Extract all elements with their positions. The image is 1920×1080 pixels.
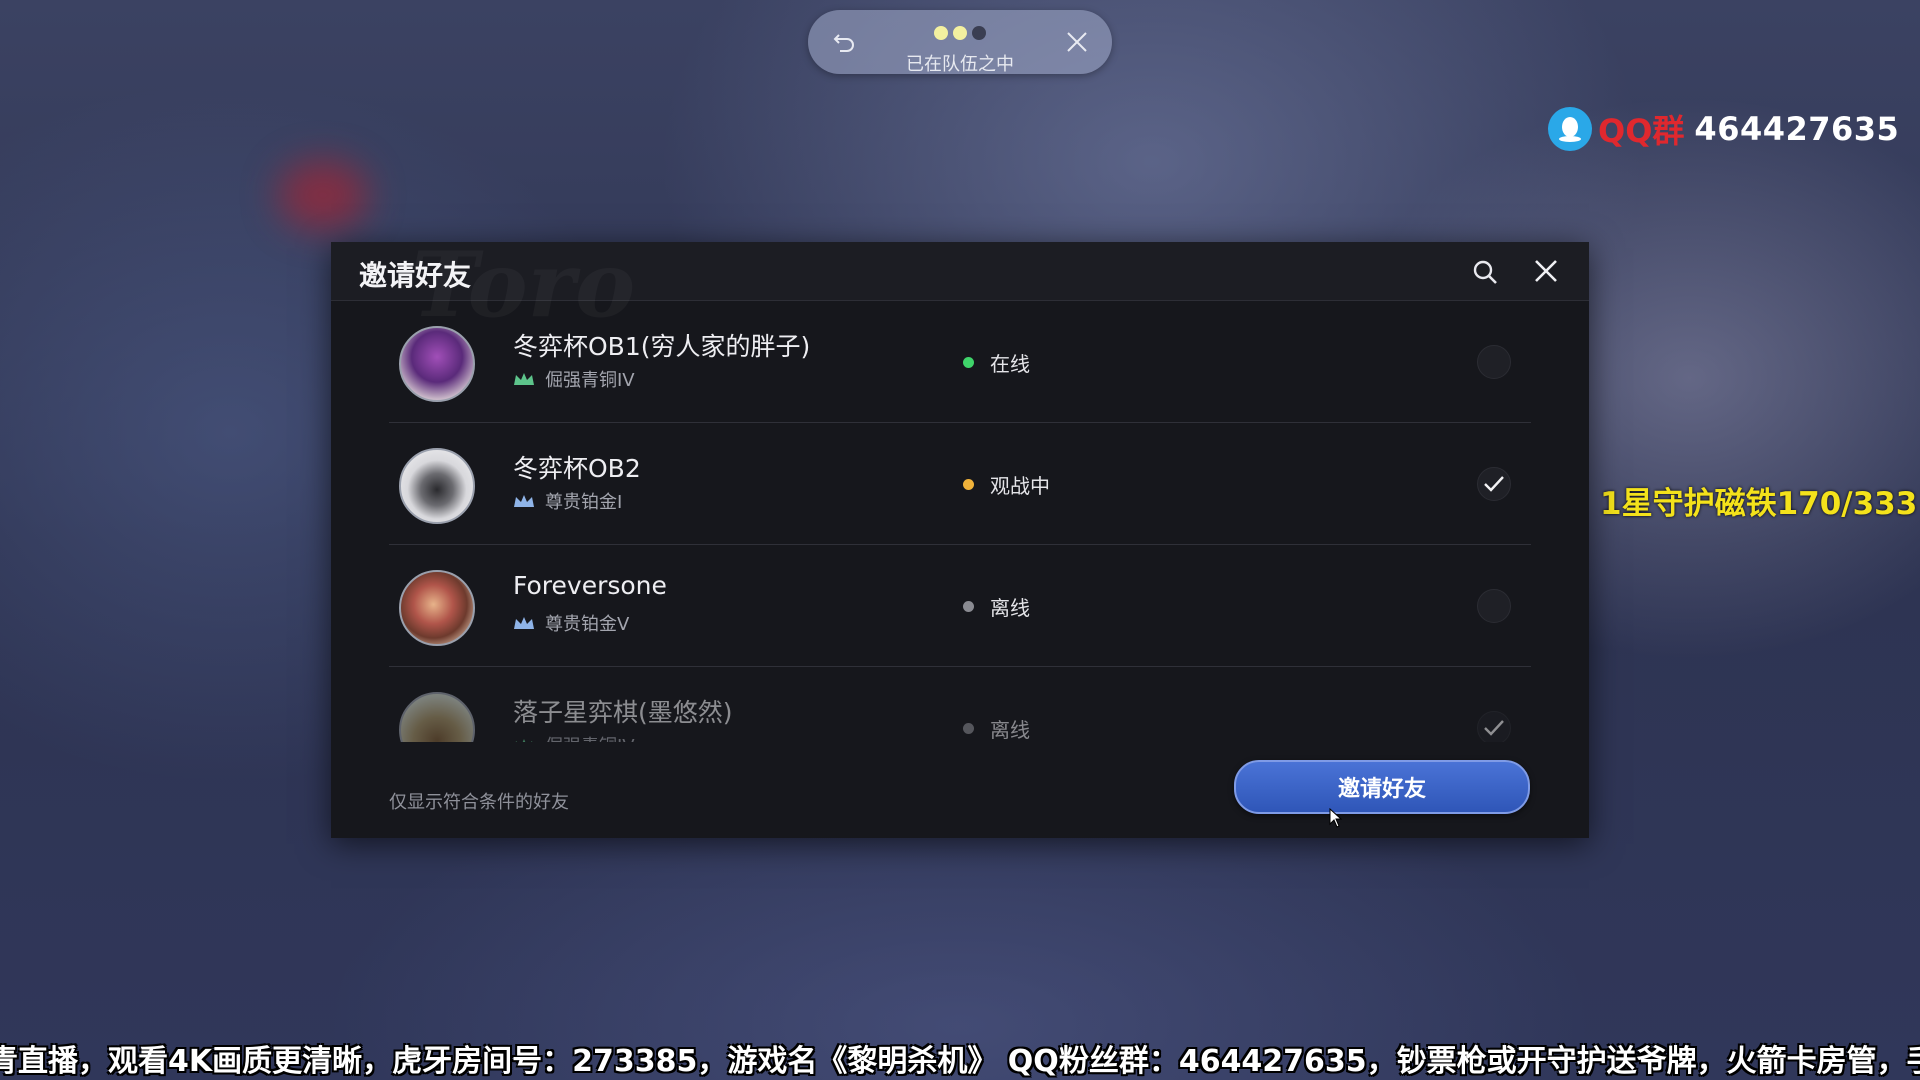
background-blur [278,160,368,230]
friend-status-label: 观战中 [990,474,1050,498]
status-dot [963,723,974,734]
status-dot [963,601,974,612]
friend-rank: 尊贵铂金I [513,488,622,514]
friend-rank: 尊贵铂金V [513,610,629,636]
friend-row[interactable]: Foreversone 尊贵铂金V 离线 [389,546,1531,667]
rank-crown-icon [514,617,534,629]
select-checkbox[interactable] [1477,345,1511,379]
friend-status: 离线 [963,592,1030,621]
checkmark-icon [1484,476,1504,492]
friend-name: 冬弈杯OB2 [513,454,641,483]
rank-crown-icon [514,373,534,385]
invite-friends-dialog: Toro 邀请好友 冬弈杯OB1(穷人家的胖子) 倔强青铜IV 在线 [331,232,1589,838]
friend-rank-label: 尊贵铂金I [545,492,623,513]
avatar [399,448,475,524]
filter-note: 仅显示符合条件的好友 [389,792,569,813]
friend-rank-label: 倔强青铜IV [545,732,635,742]
friend-row[interactable]: 冬弈杯OB1(穷人家的胖子) 倔强青铜IV 在线 [389,302,1531,423]
avatar [399,570,475,646]
mouse-cursor-icon [1329,808,1343,828]
friend-status-label: 离线 [990,718,1030,742]
search-icon[interactable] [1471,258,1499,286]
friend-rank: 倔强青铜IV [513,366,635,392]
dialog-header: Toro 邀请好友 [331,232,1589,338]
friend-name: Foreversone [513,571,667,600]
checkmark-icon [1484,720,1504,736]
friend-name: 冬弈杯OB1(穷人家的胖子) [513,332,811,361]
avatar [399,692,475,742]
friend-name: 落子星弈棋(墨悠然) [513,698,733,727]
select-checkbox[interactable] [1477,467,1511,501]
team-slot-filled [934,26,948,40]
qq-group-overlay: QQ群 464427635 [1548,106,1899,152]
friend-status-label: 在线 [990,352,1030,376]
leave-team-icon[interactable] [1064,29,1090,55]
team-slot-empty [972,26,986,40]
ticker-text: 青直播，观看4K画质更清晰，虎牙房间号：273385，游戏名《黎明杀机》 QQ粉… [0,1044,1920,1079]
status-dot [963,479,974,490]
friend-list[interactable]: 冬弈杯OB1(穷人家的胖子) 倔强青铜IV 在线 冬弈杯OB2 尊贵铂金I 观战… [389,302,1531,742]
friend-status: 观战中 [963,470,1050,499]
friend-status-label: 离线 [990,596,1030,620]
team-slots [934,26,986,40]
status-dot [963,357,974,368]
avatar [399,326,475,402]
qq-group-number: 464427635 [1694,110,1900,148]
team-status-bar: 已在队伍之中 [808,10,1112,75]
friend-rank: 倔强青铜IV [513,732,635,742]
invite-friends-button[interactable]: 邀请好友 [1234,760,1530,814]
friend-status: 在线 [963,348,1030,377]
team-slot-filled [953,26,967,40]
friend-rank-label: 倔强青铜IV [545,370,635,391]
rank-crown-icon [514,495,534,507]
close-icon[interactable] [1531,256,1561,286]
dialog-title: 邀请好友 [359,259,472,292]
select-checkbox[interactable] [1477,589,1511,623]
qq-penguin-icon [1548,107,1592,151]
friend-status: 离线 [963,714,1030,742]
friend-row[interactable]: 落子星弈棋(墨悠然) 倔强青铜IV 离线 [389,668,1531,742]
rank-crown-icon [515,739,533,742]
friend-row[interactable]: 冬弈杯OB2 尊贵铂金I 观战中 [389,424,1531,545]
stream-ticker: 青直播，观看4K画质更清晰，虎牙房间号：273385，游戏名《黎明杀机》 QQ粉… [0,1032,1920,1080]
select-checkbox[interactable] [1477,711,1511,742]
friend-rank-label: 尊贵铂金V [545,614,630,635]
qq-group-label: QQ群 [1598,112,1685,150]
guard-counter: 1星守护磁铁170/333 [1600,486,1918,522]
